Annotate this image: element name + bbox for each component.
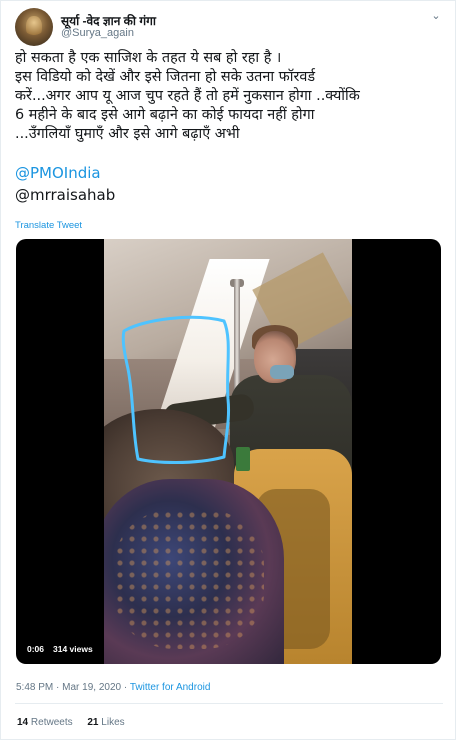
tweet-client-link[interactable]: Twitter for Android — [130, 682, 211, 693]
tweet-text-line: हो सकता है एक साजिश के तहत ये सब हो रहा … — [15, 50, 282, 66]
meta-separator: · — [56, 682, 60, 693]
tweet-card: सूर्या -वेद ज्ञान की गंगा @Surya_again ⌄… — [0, 0, 456, 740]
divider — [15, 703, 443, 704]
tweet-text: हो सकता है एक साजिश के तहत ये सब हो रहा … — [15, 49, 445, 144]
tweet-meta: 5:48 PM · Mar 19, 2020 · Twitter for And… — [16, 682, 210, 693]
likes-stat[interactable]: 21 Likes — [87, 717, 124, 728]
video-timestamp: 0:06 — [27, 644, 45, 654]
tweet-stats: 14 Retweets 21 Likes — [17, 717, 137, 728]
mention-link[interactable]: @PMOIndia — [15, 163, 101, 183]
tweet-text-line: इस विडियो को देखें और इसे जितना हो सके उ… — [15, 69, 316, 85]
tweet-text-line: करें...अगर आप यू आज चुप रहते हैं तो हमें… — [15, 88, 360, 104]
avatar[interactable] — [15, 8, 53, 46]
mention-text: @mrraisahab — [15, 186, 116, 204]
author-handle[interactable]: @Surya_again — [61, 27, 134, 39]
retweets-count: 14 — [17, 717, 29, 728]
likes-label: Likes — [101, 717, 125, 728]
retweets-stat[interactable]: 14 Retweets — [17, 717, 73, 728]
retweets-label: Retweets — [30, 717, 73, 728]
chevron-down-icon[interactable]: ⌄ — [429, 9, 443, 23]
video-frame — [104, 239, 352, 664]
video-views: 314 views — [53, 644, 93, 654]
video-player[interactable]: 0:06 314 views — [16, 239, 441, 664]
tweet-text-line: ...उँगलियाँ घुमाएँ और इसे आगे बढ़ाएँ अभी — [15, 126, 240, 142]
likes-count: 21 — [87, 717, 99, 728]
meta-separator: · — [123, 682, 128, 693]
tweet-date[interactable]: Mar 19, 2020 — [62, 682, 121, 693]
tweet-time[interactable]: 5:48 PM — [16, 682, 53, 693]
annotation-circle — [121, 315, 230, 464]
tweet-text-line: 6 महीने के बाद इसे आगे बढ़ाने का कोई फाय… — [15, 107, 315, 123]
translate-tweet-link[interactable]: Translate Tweet — [15, 220, 82, 231]
